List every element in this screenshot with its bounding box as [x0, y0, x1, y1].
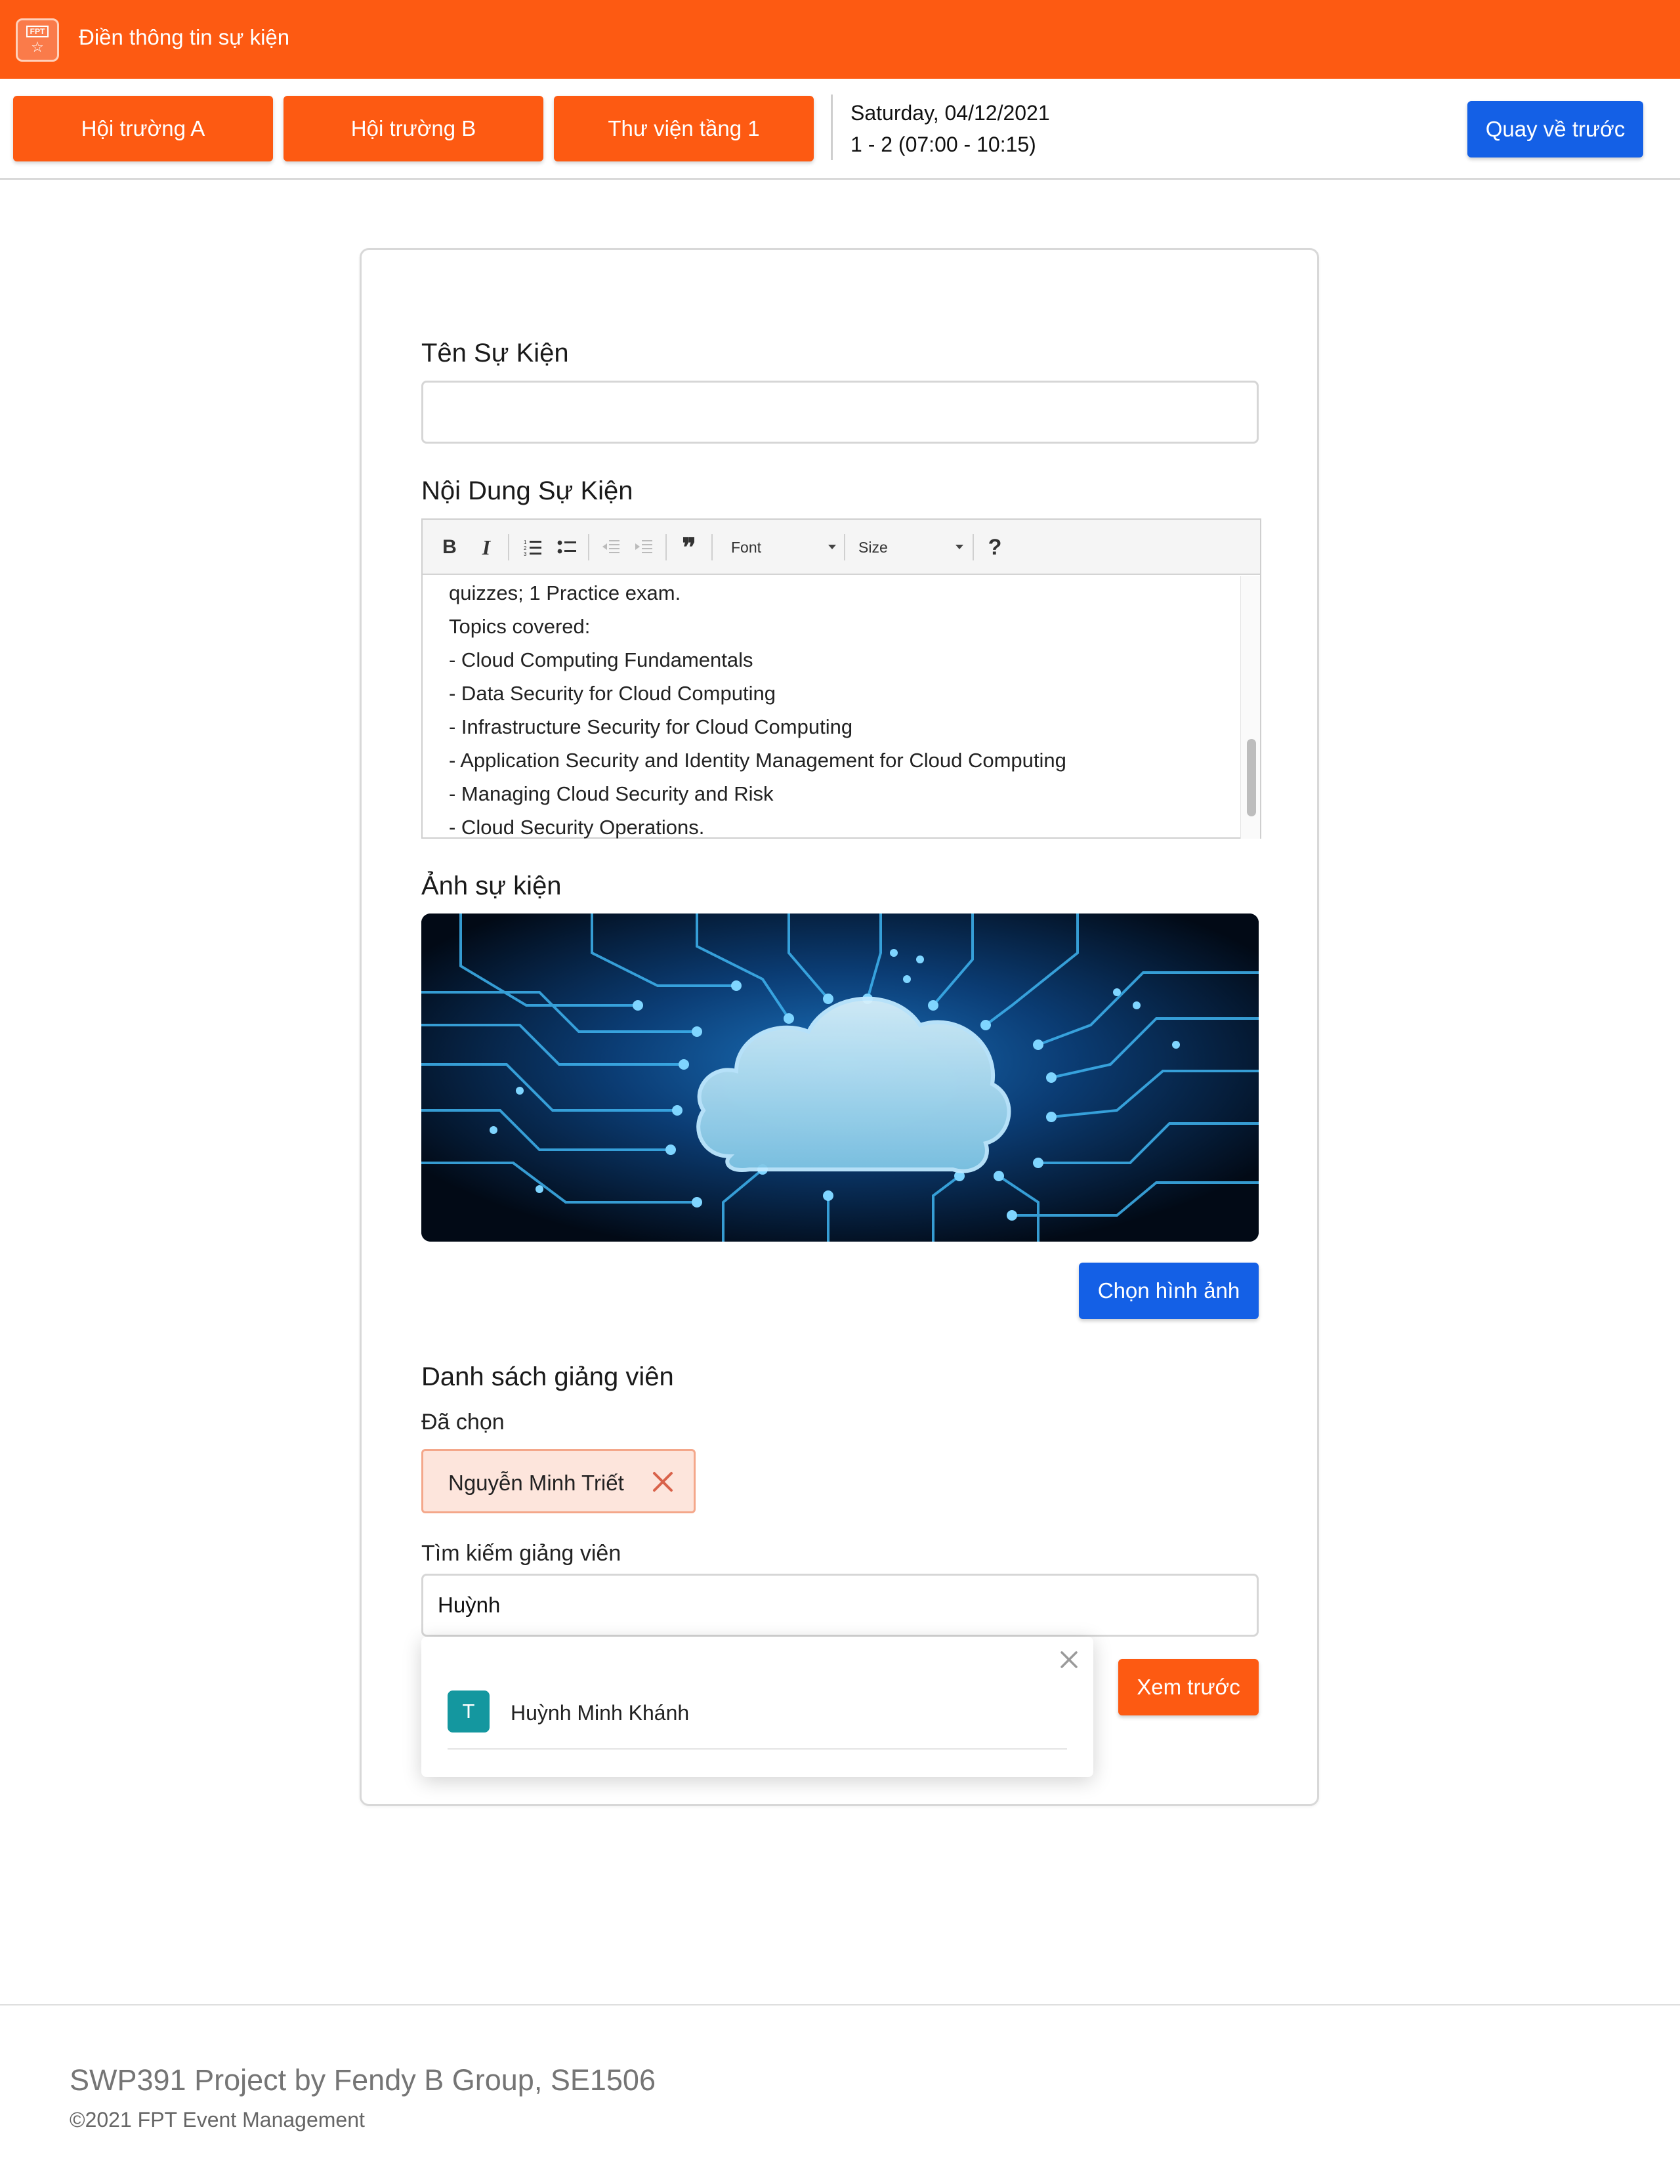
- content-line: - Infrastructure Security for Cloud Comp…: [449, 715, 853, 738]
- bullet-list-icon[interactable]: [554, 532, 580, 563]
- content-line: - Cloud Computing Fundamentals: [449, 648, 753, 671]
- bold-button[interactable]: B: [440, 532, 459, 563]
- event-image-label: Ảnh sự kiện: [421, 872, 562, 900]
- editor-scrollbar-thumb[interactable]: [1247, 739, 1256, 816]
- toolbar-separator: [665, 534, 667, 560]
- schedule-slot: 1 - 2 (07:00 - 10:15): [850, 133, 1036, 156]
- schedule-date: Saturday, 04/12/2021: [850, 101, 1050, 125]
- room-button-library[interactable]: Thư viện tầng 1: [554, 96, 814, 161]
- footer-copyright: ©2021 FPT Event Management: [70, 2108, 365, 2132]
- back-button[interactable]: Quay về trước: [1467, 101, 1643, 158]
- event-content-label: Nội Dung Sự Kiện: [421, 476, 633, 505]
- choose-image-button[interactable]: Chọn hình ảnh: [1079, 1263, 1259, 1319]
- help-icon[interactable]: ?: [982, 532, 1008, 563]
- content-line: quizzes; 1 Practice exam.: [449, 581, 681, 604]
- toolbar-separator: [711, 534, 713, 560]
- preview-button[interactable]: Xem trước: [1118, 1659, 1259, 1715]
- svg-text:2: 2: [524, 545, 527, 551]
- lecturer-search-input[interactable]: [421, 1574, 1259, 1637]
- page-title: Điền thông tin sự kiện: [79, 25, 290, 49]
- rich-text-editor: B I 123 ❞ Font Size ? quizzes; 1 Practic…: [421, 518, 1261, 839]
- toolbar-separator: [844, 534, 845, 560]
- size-select[interactable]: Size: [858, 532, 963, 563]
- selected-label: Đã chọn: [421, 1410, 505, 1435]
- content-line: - Managing Cloud Security and Risk: [449, 782, 774, 805]
- svg-text:1: 1: [524, 539, 527, 545]
- event-image: [421, 914, 1259, 1242]
- suggestion-divider: [448, 1748, 1067, 1750]
- event-name-label: Tên Sự Kiện: [421, 339, 569, 368]
- toolbar-separator: [588, 534, 589, 560]
- suggestion-item[interactable]: T Huỳnh Minh Khánh: [421, 1676, 1093, 1742]
- editor-toolbar: B I 123 ❞ Font Size ?: [423, 520, 1260, 575]
- room-button-hall-a[interactable]: Hội trường A: [13, 96, 273, 161]
- italic-button[interactable]: I: [476, 532, 496, 563]
- footer-divider: [0, 2004, 1680, 2006]
- avatar: T: [448, 1690, 490, 1732]
- event-name-input[interactable]: [421, 381, 1259, 444]
- app-header: FPT ☆ Điền thông tin sự kiện: [0, 0, 1680, 79]
- ordered-list-icon[interactable]: 123: [520, 532, 546, 563]
- caret-down-icon: [828, 545, 836, 549]
- selected-lecturer-name: Nguyễn Minh Triết: [448, 1471, 624, 1495]
- suggestion-name: Huỳnh Minh Khánh: [511, 1701, 690, 1725]
- room-toolbar: Hội trường A Hội trường B Thư viện tầng …: [0, 79, 1680, 180]
- blockquote-icon[interactable]: ❞: [676, 532, 702, 563]
- caret-down-icon: [956, 545, 963, 549]
- outdent-icon[interactable]: [598, 532, 623, 563]
- content-line: - Application Security and Identity Mana…: [449, 749, 1066, 772]
- toolbar-separator: [973, 534, 974, 560]
- font-select[interactable]: Font: [731, 532, 836, 563]
- content-line: - Data Security for Cloud Computing: [449, 682, 776, 705]
- lecturer-suggestions: T Huỳnh Minh Khánh: [421, 1637, 1093, 1777]
- logo-text: FPT: [26, 26, 49, 37]
- remove-lecturer-icon[interactable]: [646, 1465, 679, 1498]
- content-line: - Cloud Security Operations.: [449, 816, 705, 839]
- fpt-logo-icon: FPT ☆: [16, 18, 59, 62]
- star-icon: ☆: [31, 39, 44, 55]
- content-line: Topics covered:: [449, 615, 591, 638]
- font-select-label: Font: [731, 538, 762, 556]
- size-select-label: Size: [858, 538, 888, 556]
- close-icon[interactable]: [1057, 1647, 1082, 1672]
- selected-lecturer-chip: Nguyễn Minh Triết: [421, 1449, 696, 1513]
- editor-scrollbar[interactable]: [1240, 576, 1260, 839]
- search-lecturer-label: Tìm kiếm giảng viên: [421, 1541, 621, 1566]
- room-button-hall-b[interactable]: Hội trường B: [284, 96, 543, 161]
- footer-title: SWP391 Project by Fendy B Group, SE1506: [70, 2063, 656, 2097]
- lecturers-section-title: Danh sách giảng viên: [421, 1362, 674, 1391]
- svg-text:3: 3: [524, 551, 527, 557]
- indent-icon[interactable]: [631, 532, 656, 563]
- toolbar-divider: [831, 94, 833, 160]
- editor-content[interactable]: quizzes; 1 Practice exam. Topics covered…: [423, 576, 1242, 839]
- toolbar-separator: [508, 534, 509, 560]
